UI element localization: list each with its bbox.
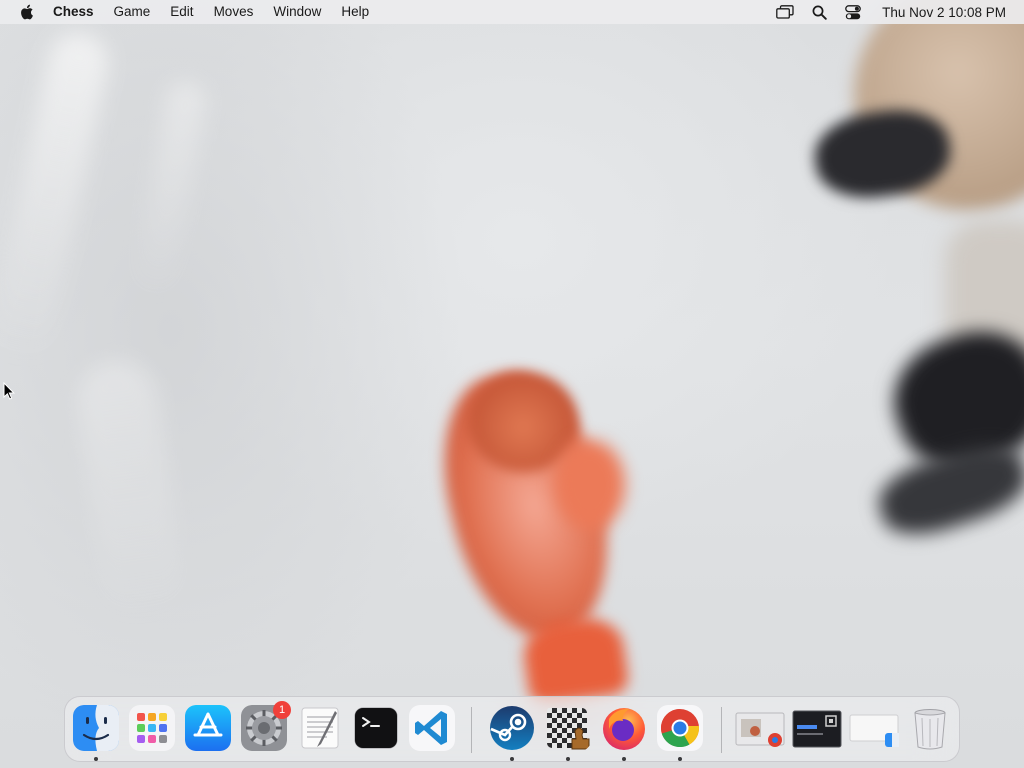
chrome-icon[interactable] bbox=[657, 705, 703, 751]
menu-help[interactable]: Help bbox=[331, 0, 379, 24]
firefox-icon[interactable] bbox=[601, 705, 647, 751]
running-indicator bbox=[678, 757, 682, 761]
mouse-cursor-icon bbox=[3, 382, 15, 400]
control-center-icon[interactable] bbox=[842, 0, 864, 24]
minimized-window-chrome[interactable] bbox=[735, 709, 785, 749]
terminal-icon[interactable] bbox=[353, 705, 399, 751]
menu-bar-clock[interactable]: Thu Nov 2 10:08 PM bbox=[882, 5, 1006, 20]
running-indicator bbox=[94, 757, 98, 761]
desktop: Chess Game Edit Moves Window Help Thu No… bbox=[0, 0, 1024, 768]
finder-icon[interactable] bbox=[73, 705, 119, 751]
minimized-window-dark[interactable] bbox=[792, 709, 842, 749]
menu-edit[interactable]: Edit bbox=[160, 0, 203, 24]
menu-bar: Chess Game Edit Moves Window Help Thu No… bbox=[0, 0, 1024, 24]
minimized-window-finder[interactable] bbox=[849, 709, 901, 749]
apple-menu-icon[interactable] bbox=[18, 4, 34, 20]
running-indicator bbox=[622, 757, 626, 761]
dock-separator bbox=[471, 707, 472, 753]
vscode-icon[interactable] bbox=[409, 705, 455, 751]
menu-moves[interactable]: Moves bbox=[204, 0, 264, 24]
spotlight-search-icon[interactable] bbox=[808, 0, 830, 24]
running-indicator bbox=[510, 757, 514, 761]
app-store-icon[interactable] bbox=[185, 705, 231, 751]
textedit-icon[interactable] bbox=[297, 705, 343, 751]
running-indicator bbox=[566, 757, 570, 761]
screen-mirroring-icon[interactable] bbox=[774, 0, 796, 24]
dock: 1 bbox=[64, 696, 960, 762]
trash-icon[interactable] bbox=[907, 705, 953, 751]
notification-badge: 1 bbox=[273, 701, 291, 719]
menu-app-name[interactable]: Chess bbox=[53, 0, 104, 24]
menu-window[interactable]: Window bbox=[263, 0, 331, 24]
chess-icon[interactable] bbox=[545, 705, 591, 751]
dock-separator bbox=[721, 707, 722, 753]
launchpad-icon[interactable] bbox=[129, 705, 175, 751]
steam-icon[interactable] bbox=[489, 705, 535, 751]
menu-game[interactable]: Game bbox=[104, 0, 161, 24]
desktop-wallpaper bbox=[0, 0, 1024, 768]
